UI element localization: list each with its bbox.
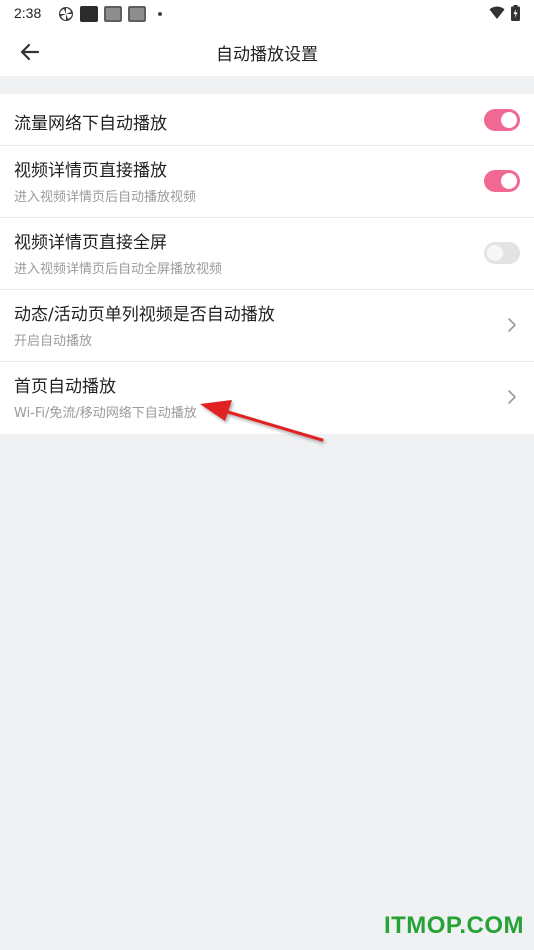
detail-autoplay-toggle[interactable] xyxy=(484,170,520,192)
app-bar: 自动播放设置 xyxy=(0,28,534,76)
setting-row-detail-autoplay[interactable]: 视频详情页直接播放 进入视频详情页后自动播放视频 xyxy=(0,146,534,218)
setting-row-detail-fullscreen[interactable]: 视频详情页直接全屏 进入视频详情页后自动全屏播放视频 xyxy=(0,218,534,290)
watermark: ITMOP.COM xyxy=(383,912,524,939)
detail-fullscreen-toggle[interactable] xyxy=(484,242,520,264)
setting-row-cellular-autoplay[interactable]: 流量网络下自动播放 xyxy=(0,94,534,146)
setting-title: 流量网络下自动播放 xyxy=(14,114,167,134)
setting-subtitle: 开启自动播放 xyxy=(14,334,93,349)
app-icon-gray xyxy=(104,6,122,22)
chevron-right-icon xyxy=(508,390,516,404)
setting-row-feed-video-autoplay[interactable]: 动态/活动页单列视频是否自动播放 开启自动播放 xyxy=(0,290,534,362)
toggle-knob xyxy=(501,112,517,128)
status-time: 2:38 xyxy=(14,5,42,21)
settings-list: 流量网络下自动播放 视频详情页直接播放 进入视频详情页后自动播放视频 视频详情页… xyxy=(0,94,534,434)
page-title: 自动播放设置 xyxy=(216,45,318,65)
status-bar: 2:38 xyxy=(0,0,534,28)
toggle-knob xyxy=(487,245,503,261)
setting-title: 视频详情页直接全屏 xyxy=(14,233,167,253)
toggle-knob xyxy=(501,173,517,189)
battery-icon xyxy=(511,5,520,21)
notification-icons xyxy=(58,6,162,22)
app-icon-gray-2 xyxy=(128,6,146,22)
app-icon-dark xyxy=(80,6,98,22)
setting-title: 首页自动播放 xyxy=(14,377,116,397)
setting-subtitle: 进入视频详情页后自动播放视频 xyxy=(14,190,197,205)
system-icons xyxy=(489,5,520,21)
setting-subtitle: Wi-Fi/免流/移动网络下自动播放 xyxy=(14,406,197,421)
cellular-autoplay-toggle[interactable] xyxy=(484,109,520,131)
chevron-right-icon xyxy=(508,318,516,332)
pinwheel-icon xyxy=(59,7,73,21)
setting-row-home-autoplay[interactable]: 首页自动播放 Wi-Fi/免流/移动网络下自动播放 xyxy=(0,362,534,434)
wifi-icon xyxy=(489,6,505,19)
dot-icon xyxy=(158,12,162,16)
setting-subtitle: 进入视频详情页后自动全屏播放视频 xyxy=(14,262,223,277)
setting-title: 视频详情页直接播放 xyxy=(14,161,167,181)
setting-title: 动态/活动页单列视频是否自动播放 xyxy=(14,305,275,325)
